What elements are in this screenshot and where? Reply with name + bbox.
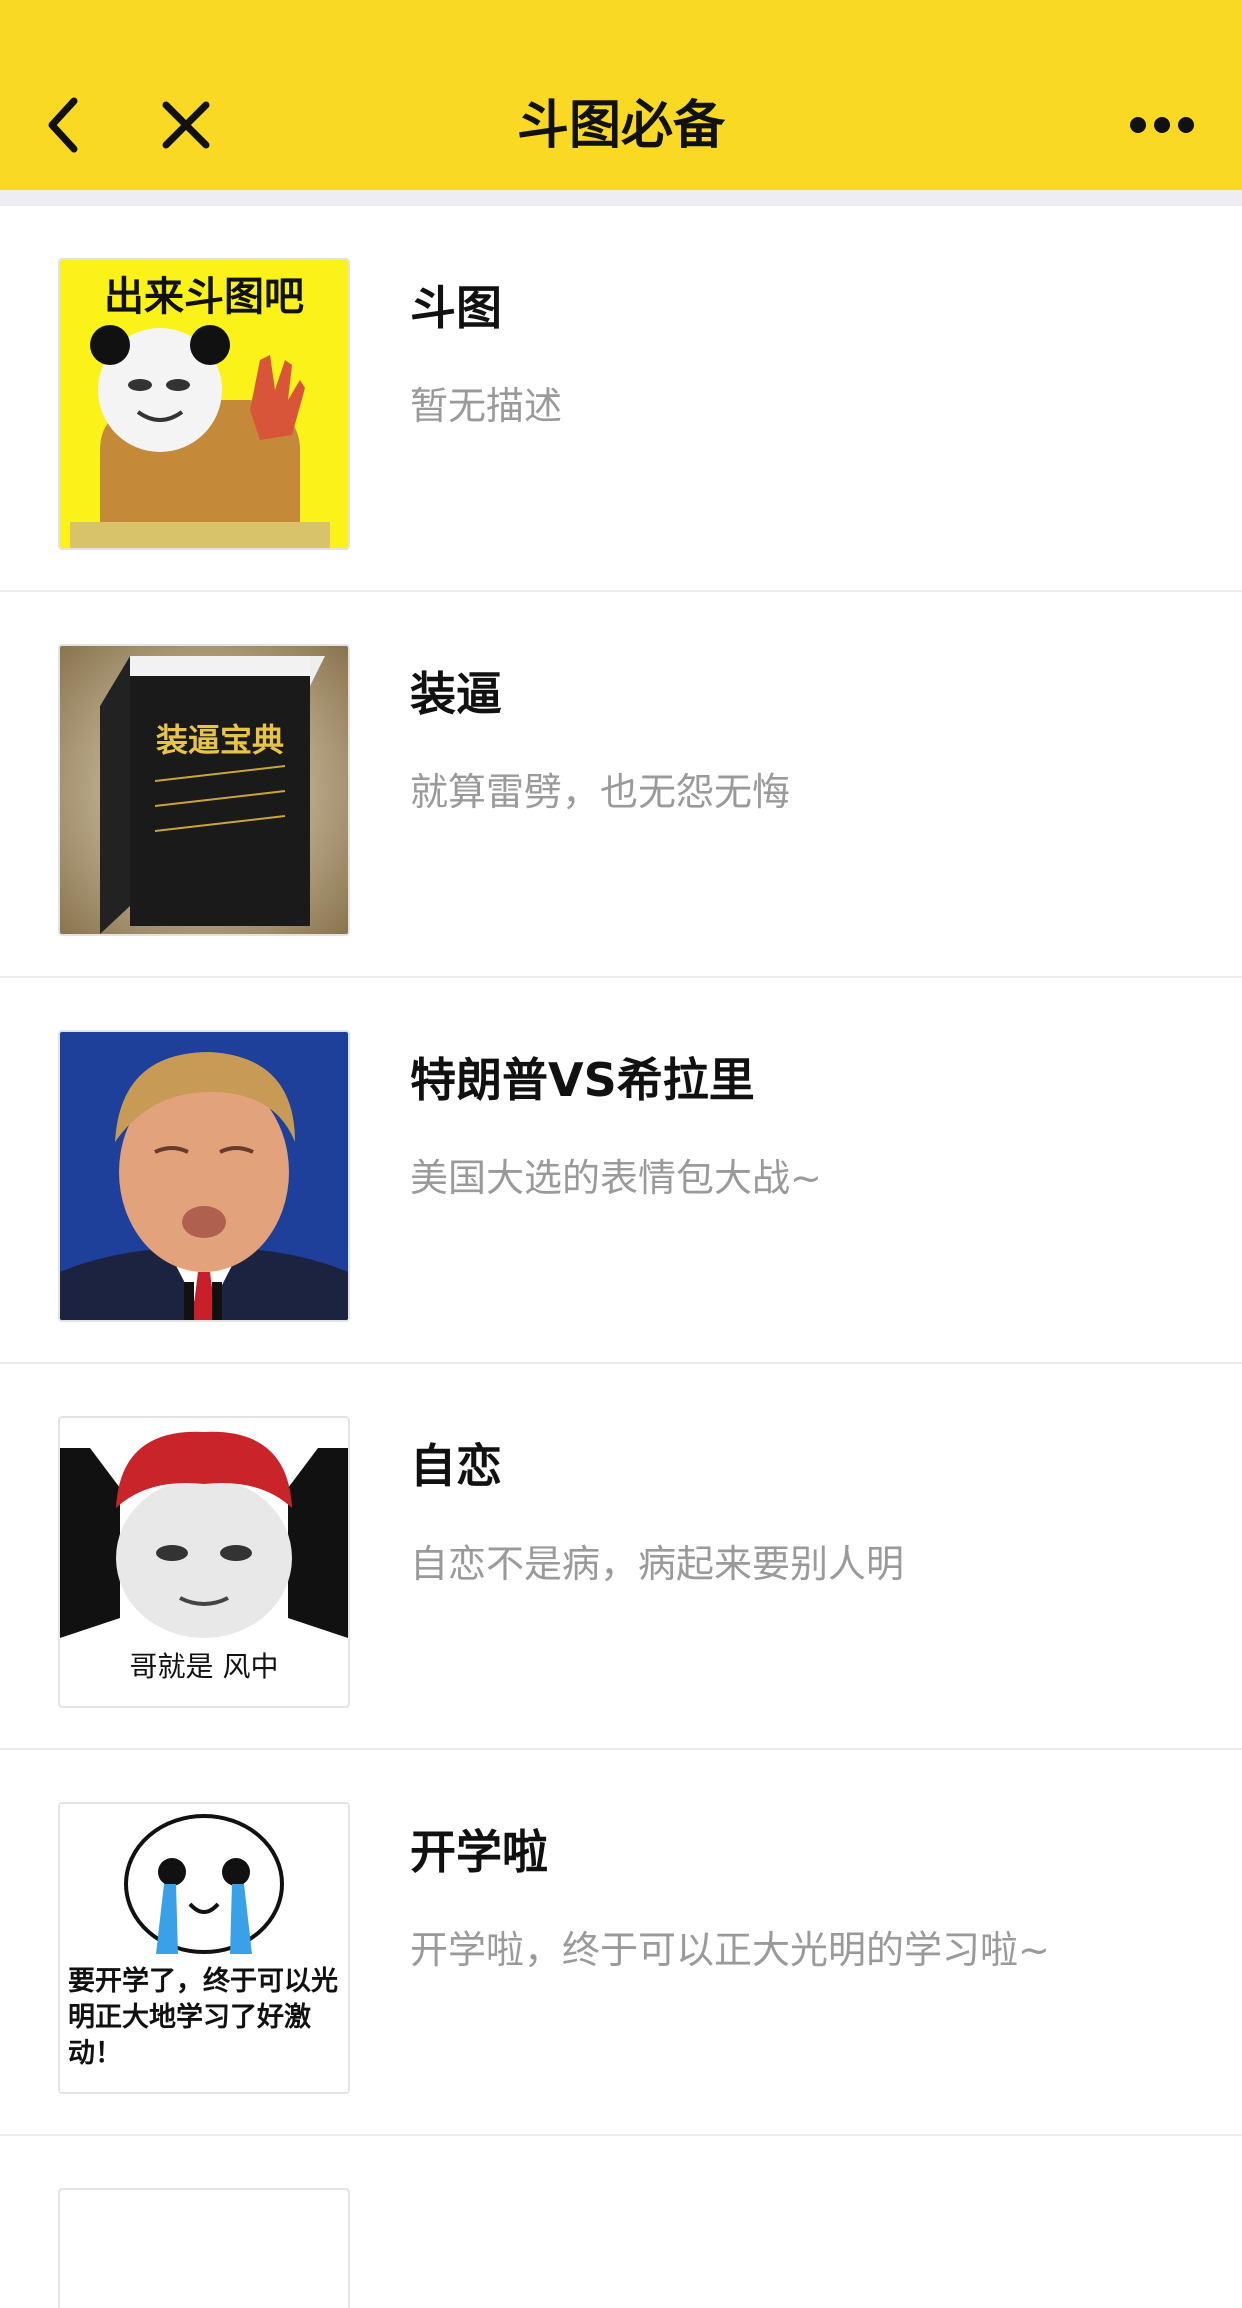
thumbnail [58,1030,350,1322]
trump-face-image [60,1032,348,1320]
thumbnail: 装逼宝典 [58,644,350,936]
item-description: 就算雷劈，也无怨无悔 [410,770,791,814]
panda-meme-image: 出来斗图吧 [60,260,348,548]
crying-face-meme-image: 要开学了，终于可以光明正大地学习了好激动！ [60,1804,348,2092]
list-item[interactable]: 出来斗图吧 斗图 暂无描述 [0,206,1242,592]
item-description: 自恋不是病，病起来要别人明 [410,1542,905,1586]
item-title: 特朗普VS希拉里 [410,1053,755,1107]
black-book-image: 装逼宝典 [60,646,348,934]
item-title: 自恋 [410,1439,502,1493]
item-title: 装逼 [410,667,502,721]
thumbnail: 出来斗图吧 [58,258,350,550]
item-title: 开学啦 [410,1825,548,1879]
list-item[interactable]: 哥就是 风中 自恋 自恋不是病，病起来要别人明 [0,1364,1242,1750]
sticker-pack-list: 出来斗图吧 斗图 暂无描述 装逼宝典 装逼 就算雷劈，也无怨无悔 特朗普VS希拉… [0,206,1242,2308]
svg-text:出来斗图吧: 出来斗图吧 [104,274,304,320]
thumbnail [58,2188,350,2308]
thumbnail: 哥就是 风中 [58,1416,350,1708]
item-description: 美国大选的表情包大战~ [410,1156,822,1200]
narcissist-meme-image: 哥就是 风中 [60,1418,348,1706]
svg-text:装逼宝典: 装逼宝典 [156,721,284,759]
list-item[interactable]: 要开学了，终于可以光明正大地学习了好激动！ 开学啦 开学啦，终于可以正大光明的学… [0,1750,1242,2136]
page-title: 斗图必备 [516,96,725,156]
list-item[interactable]: 特朗普VS希拉里 美国大选的表情包大战~ [0,978,1242,1364]
item-title: 斗图 [410,281,502,335]
list-item[interactable] [0,2136,1242,2308]
thumbnail: 要开学了，终于可以光明正大地学习了好激动！ [58,1802,350,2094]
svg-text:哥就是 风中: 哥就是 风中 [130,1650,279,1683]
item-description: 暂无描述 [410,384,563,428]
navigation-bar: 斗图必备 [0,0,1242,190]
more-horizontal-icon [1130,117,1194,133]
more-button[interactable] [1122,95,1202,155]
header-separator [0,190,1242,206]
list-item[interactable]: 装逼宝典 装逼 就算雷劈，也无怨无悔 [0,592,1242,978]
item-description: 开学啦，终于可以正大光明的学习啦~ [410,1928,1050,1972]
